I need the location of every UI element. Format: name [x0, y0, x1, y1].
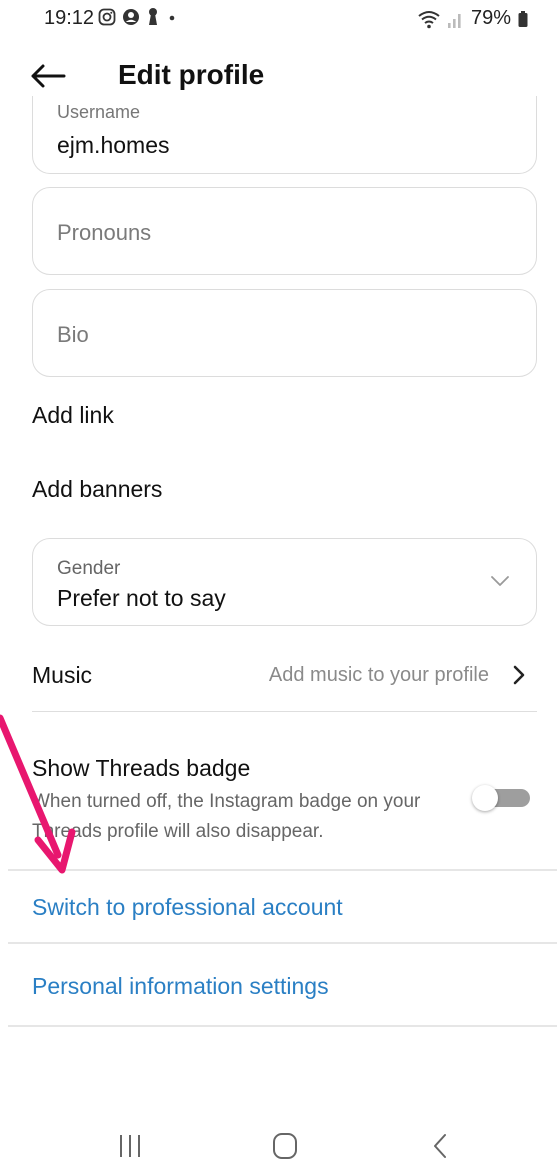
switch-professional-link[interactable]: Switch to professional account — [32, 894, 343, 921]
threads-badge-title: Show Threads badge — [32, 755, 251, 781]
status-time: 19:12 — [44, 7, 95, 29]
pronouns-field[interactable]: Pronouns — [32, 187, 537, 275]
pronouns-placeholder: Pronouns — [57, 220, 152, 245]
home-icon — [273, 1133, 297, 1159]
toggle-knob — [472, 785, 498, 811]
keyhole-icon — [149, 8, 157, 25]
music-row[interactable]: Music Add music to your profile — [32, 650, 537, 712]
gender-label: Gender — [57, 558, 121, 579]
threads-badge-toggle[interactable] — [472, 785, 530, 811]
status-bar: 19:12 79% — [0, 0, 557, 36]
signal-icon — [447, 13, 461, 28]
bio-field[interactable]: Bio — [32, 289, 537, 377]
gender-select[interactable]: Gender Prefer not to say — [32, 538, 537, 626]
divider — [8, 1025, 557, 1027]
recent-apps-button[interactable] — [100, 1128, 160, 1164]
dot-icon — [169, 15, 175, 21]
chevron-right-icon — [513, 665, 525, 685]
notification-icons — [98, 7, 178, 27]
home-button[interactable] — [255, 1128, 315, 1164]
battery-percent: 79% — [470, 7, 511, 29]
threads-badge-description: When turned off, the Instagram badge on … — [32, 791, 421, 842]
system-icons: 79% — [417, 7, 529, 30]
music-label: Music — [32, 662, 93, 688]
back-button[interactable] — [28, 56, 72, 96]
annotation-arrow-icon — [0, 714, 76, 874]
account-icon — [123, 9, 139, 25]
battery-icon — [518, 10, 528, 27]
add-banners-button[interactable]: Add banners — [32, 476, 162, 503]
username-field[interactable]: Username ejm.homes — [32, 96, 537, 174]
back-arrow-icon — [31, 64, 66, 88]
music-hint: Add music to your profile — [268, 664, 489, 686]
chevron-down-icon — [491, 576, 509, 586]
wifi-icon — [418, 10, 440, 28]
nav-bar — [0, 1118, 557, 1168]
username-label: Username — [57, 102, 141, 122]
back-icon — [434, 1134, 446, 1158]
recent-apps-icon — [120, 1135, 140, 1157]
bio-placeholder: Bio — [57, 322, 89, 347]
divider — [8, 942, 557, 944]
gender-value: Prefer not to say — [57, 585, 226, 611]
add-link-button[interactable]: Add link — [32, 402, 114, 429]
personal-info-link[interactable]: Personal information settings — [32, 973, 329, 1000]
instagram-icon — [98, 8, 116, 26]
username-value[interactable]: ejm.homes — [57, 132, 169, 159]
divider — [8, 869, 557, 871]
page-title: Edit profile — [118, 59, 265, 90]
nav-back-button[interactable] — [410, 1128, 470, 1164]
